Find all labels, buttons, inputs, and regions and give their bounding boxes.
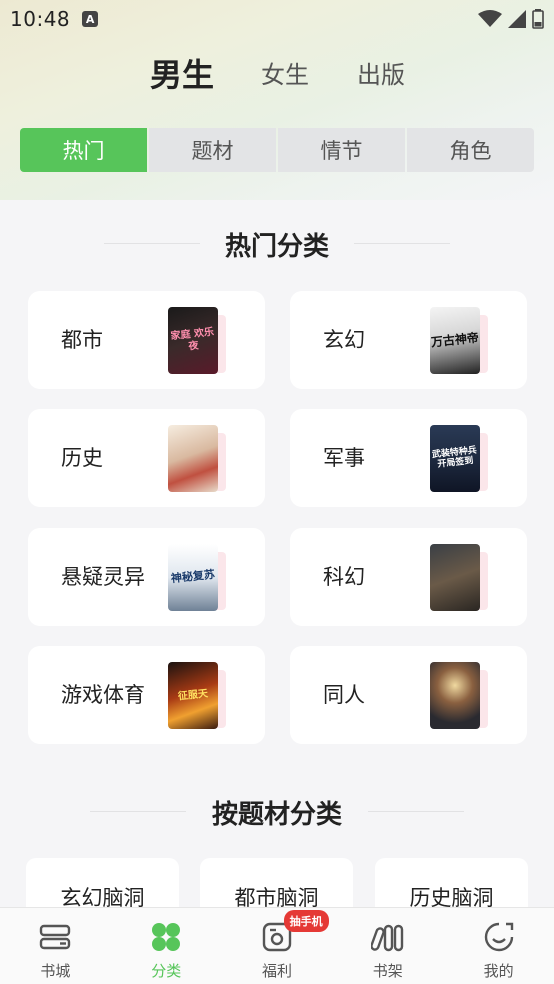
nav-label: 我的: [483, 962, 514, 980]
category-card-urban[interactable]: 都市 家庭 欢乐夜: [28, 291, 265, 389]
status-bar: 10:48 A: [0, 0, 554, 38]
nav-label: 书架: [372, 962, 403, 980]
nav-label: 福利: [261, 962, 292, 980]
category-card-fantasy[interactable]: 玄幻 万古神帝: [290, 291, 527, 389]
book-cover-image: [430, 544, 480, 611]
tab-female[interactable]: 女生: [261, 52, 309, 98]
segment-role[interactable]: 角色: [407, 128, 534, 172]
category-label: 军事: [323, 446, 365, 470]
bottom-nav: 书城 分类 福利 抽手机 书架 我的: [0, 907, 554, 984]
status-time: 10:48: [10, 7, 71, 31]
category-card-military[interactable]: 军事 武装特种兵 开局签到: [290, 409, 527, 507]
segment-theme[interactable]: 题材: [149, 128, 276, 172]
category-label: 同人: [323, 683, 365, 707]
book-cover-image: [430, 662, 480, 729]
profile-icon: [484, 922, 513, 952]
battery-icon: [532, 9, 544, 29]
bookstore-icon: [40, 924, 71, 950]
hot-section-title: 热门分类: [224, 232, 329, 262]
nav-label: 书城: [40, 962, 71, 980]
nav-bookshelf[interactable]: 书架: [332, 908, 443, 984]
status-icons: [478, 9, 544, 29]
category-icon: [152, 923, 181, 951]
welfare-badge: 抽手机: [283, 910, 329, 932]
wifi-icon: [478, 10, 502, 27]
category-label: 科幻: [323, 565, 365, 589]
theme-section-title: 按题材分类: [211, 800, 342, 830]
book-cover-image: 家庭 欢乐夜: [168, 307, 218, 374]
book-cover-image: 武装特种兵 开局签到: [430, 425, 480, 492]
category-label: 都市: [61, 328, 103, 352]
notification-a-icon: A: [82, 11, 99, 27]
tab-publish[interactable]: 出版: [357, 52, 405, 98]
bookshelf-icon: [370, 924, 403, 952]
category-label: 游戏体育: [61, 683, 145, 707]
category-card-games-sports[interactable]: 游戏体育 征服天: [28, 646, 265, 744]
book-cover-image: 万古神帝: [430, 307, 480, 374]
category-segment-control: 热门 题材 情节 角色: [20, 128, 534, 172]
gender-tabs: 男生 女生 出版: [0, 52, 554, 98]
nav-profile[interactable]: 我的: [443, 908, 554, 984]
signal-icon: [508, 10, 526, 28]
book-cover-image: [168, 425, 218, 492]
segment-plot[interactable]: 情节: [278, 128, 405, 172]
segment-hot[interactable]: 热门: [20, 128, 147, 172]
category-card-history[interactable]: 历史: [28, 409, 265, 507]
category-card-scifi[interactable]: 科幻: [290, 528, 527, 626]
category-card-fanfic[interactable]: 同人: [290, 646, 527, 744]
category-label: 悬疑灵异: [61, 565, 145, 589]
nav-bookstore[interactable]: 书城: [0, 908, 111, 984]
nav-welfare[interactable]: 福利 抽手机: [222, 908, 333, 984]
category-label: 玄幻: [323, 328, 365, 352]
tab-male[interactable]: 男生: [150, 52, 214, 98]
book-cover-image: 征服天: [168, 662, 218, 729]
nav-label: 分类: [151, 962, 182, 980]
category-label: 历史: [61, 446, 103, 470]
nav-category[interactable]: 分类: [111, 908, 222, 984]
category-card-mystery[interactable]: 悬疑灵异 神秘复苏: [28, 528, 265, 626]
book-cover-image: 神秘复苏: [168, 544, 218, 611]
